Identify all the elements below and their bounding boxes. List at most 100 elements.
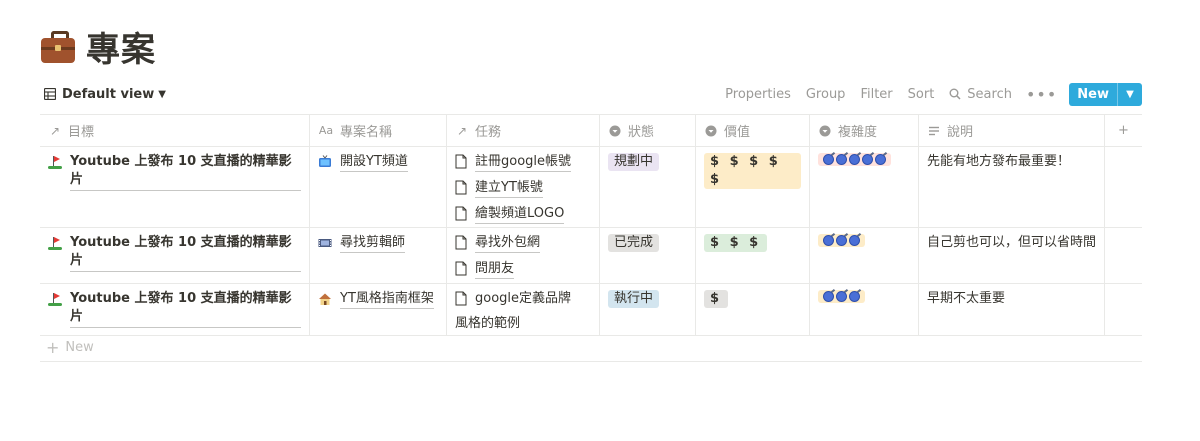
yarn-ball-icon	[849, 291, 860, 302]
tasks-cell[interactable]: google定義品牌 風格的範例	[447, 284, 600, 335]
add-row-button[interactable]: + New	[40, 333, 1142, 362]
table-row[interactable]: Youtube 上發布 10 支直播的精華影片 YT風格指南框架 google定…	[40, 284, 1142, 336]
task-title: 繪製頻道LOGO	[475, 205, 565, 224]
yarn-ball-icon	[849, 154, 860, 165]
task-link[interactable]: 註冊google帳號	[455, 153, 591, 172]
project-name-cell[interactable]: YT風格指南框架	[310, 284, 447, 335]
status-cell[interactable]: 執行中	[600, 284, 696, 335]
yarn-ball-icon	[836, 154, 847, 165]
relation-arrow-icon: ↗	[49, 123, 61, 138]
task-title: 尋找外包網	[475, 234, 541, 253]
goal-cell[interactable]: Youtube 上發布 10 支直播的精華影片	[40, 228, 310, 283]
relation-arrow-icon: ↗	[456, 123, 468, 138]
goal-link[interactable]: Youtube 上發布 10 支直播的精華影片	[70, 153, 301, 191]
more-icon[interactable]: •••	[1026, 85, 1057, 104]
column-header-project-name[interactable]: Aa 專案名稱	[310, 115, 447, 146]
add-property-button[interactable]: +	[1105, 115, 1142, 146]
task-link[interactable]: 尋找外包網	[455, 234, 591, 253]
table-row[interactable]: Youtube 上發布 10 支直播的精華影片 尋找剪輯師 尋找外包網 問朋友 …	[40, 228, 1142, 284]
yarn-ball-icon	[875, 154, 886, 165]
group-button[interactable]: Group	[806, 87, 846, 102]
briefcase-icon	[40, 30, 76, 64]
new-button[interactable]: New ▼	[1069, 82, 1142, 106]
new-dropdown-icon[interactable]: ▼	[1117, 82, 1142, 106]
column-header-value[interactable]: 價值	[696, 115, 810, 146]
yarn-ball-icon	[836, 291, 847, 302]
project-title[interactable]: 尋找剪輯師	[340, 234, 406, 253]
status-badge: 規劃中	[608, 153, 660, 171]
sort-button[interactable]: Sort	[908, 87, 935, 102]
value-badge: $	[704, 290, 729, 308]
empty-cell	[1105, 228, 1142, 283]
empty-cell	[1105, 147, 1142, 227]
goal-link[interactable]: Youtube 上發布 10 支直播的精華影片	[70, 290, 301, 328]
complexity-cell[interactable]	[810, 147, 919, 227]
chevron-down-icon: ▼	[158, 88, 166, 100]
view-label: Default view	[62, 86, 155, 102]
description-cell[interactable]: 自己剪也可以，但可以省時間	[919, 228, 1105, 283]
properties-button[interactable]: Properties	[725, 87, 791, 102]
table-icon	[44, 88, 56, 100]
task-title: google定義品牌	[475, 291, 572, 306]
task-link[interactable]: 繪製頻道LOGO	[455, 205, 591, 224]
task-link[interactable]: google定義品牌	[455, 290, 591, 308]
golf-flag-icon	[48, 155, 62, 169]
task-link[interactable]: 建立YT帳號	[455, 179, 591, 198]
search-icon	[949, 88, 961, 100]
column-label: 專案名稱	[340, 125, 393, 140]
column-header-goal[interactable]: ↗ 目標	[40, 115, 310, 146]
status-cell[interactable]: 已完成	[600, 228, 696, 283]
yarn-ball-icon	[823, 291, 834, 302]
filter-button[interactable]: Filter	[860, 87, 892, 102]
status-cell[interactable]: 規劃中	[600, 147, 696, 227]
description-text: 自己剪也可以，但可以省時間	[927, 235, 1097, 250]
table-header-row: ↗ 目標 Aa 專案名稱 ↗ 任務 狀態 價值 複雜度 說明 +	[40, 114, 1142, 147]
column-label: 價值	[724, 125, 751, 140]
table-row[interactable]: Youtube 上發布 10 支直播的精華影片 開設YT頻道 註冊google帳…	[40, 147, 1142, 228]
view-switcher[interactable]: Default view ▼	[40, 85, 170, 104]
yarn-ball-icon	[849, 235, 860, 246]
column-header-complexity[interactable]: 複雜度	[810, 115, 919, 146]
goal-link[interactable]: Youtube 上發布 10 支直播的精華影片	[70, 234, 301, 272]
page-icon	[455, 154, 467, 169]
description-cell[interactable]: 先能有地方發布最重要！	[919, 147, 1105, 227]
column-header-status[interactable]: 狀態	[600, 115, 696, 146]
plus-icon: +	[46, 337, 60, 357]
golf-flag-icon	[48, 236, 62, 250]
value-cell[interactable]: $ $ $	[696, 228, 810, 283]
page-icon	[455, 291, 467, 306]
goal-cell[interactable]: Youtube 上發布 10 支直播的精華影片	[40, 284, 310, 335]
description-cell[interactable]: 早期不太重要	[919, 284, 1105, 335]
yarn-ball-icon	[836, 235, 847, 246]
column-header-tasks[interactable]: ↗ 任務	[447, 115, 600, 146]
text-lines-icon	[929, 126, 939, 135]
value-badge: $ $ $	[704, 234, 768, 252]
title-aa-icon: Aa	[318, 124, 334, 137]
complexity-cell[interactable]	[810, 228, 919, 283]
search-button[interactable]: Search	[949, 87, 1012, 102]
project-name-cell[interactable]: 尋找剪輯師	[310, 228, 447, 283]
column-label: 任務	[475, 125, 502, 140]
status-badge: 已完成	[608, 234, 660, 252]
new-button-label[interactable]: New	[1069, 83, 1117, 106]
page-header: 專案	[40, 22, 156, 71]
column-header-description[interactable]: 說明	[919, 115, 1105, 146]
select-icon	[609, 125, 621, 136]
yarn-ball-icon	[823, 235, 834, 246]
empty-cell	[1105, 284, 1142, 335]
description-text: 早期不太重要	[927, 291, 1006, 306]
film-icon	[318, 239, 332, 247]
value-cell[interactable]: $ $ $ $ $	[696, 147, 810, 227]
tasks-cell[interactable]: 註冊google帳號 建立YT帳號 繪製頻道LOGO	[447, 147, 600, 227]
project-title[interactable]: YT風格指南框架	[340, 290, 434, 309]
tasks-cell[interactable]: 尋找外包網 問朋友	[447, 228, 600, 283]
complexity-cell[interactable]	[810, 284, 919, 335]
value-cell[interactable]: $	[696, 284, 810, 335]
project-title[interactable]: 開設YT頻道	[340, 153, 408, 172]
status-badge: 執行中	[608, 290, 660, 308]
goal-cell[interactable]: Youtube 上發布 10 支直播的精華影片	[40, 147, 310, 227]
project-name-cell[interactable]: 開設YT頻道	[310, 147, 447, 227]
column-label: 目標	[68, 125, 95, 140]
task-link[interactable]: 問朋友	[455, 260, 591, 279]
column-label: 說明	[947, 125, 974, 140]
